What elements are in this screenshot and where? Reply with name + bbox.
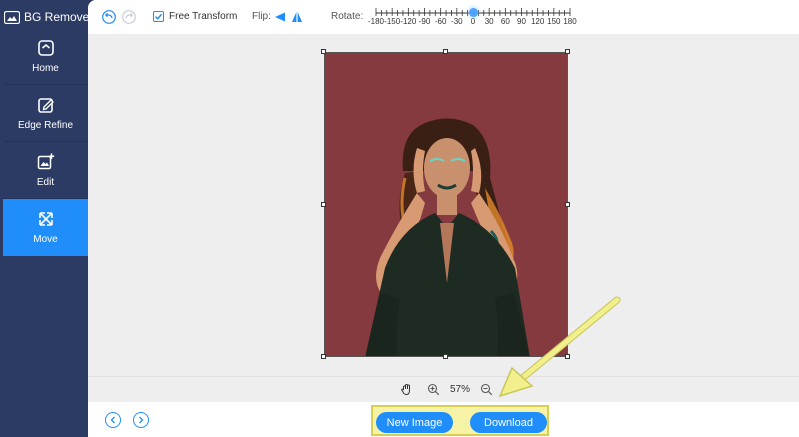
sidebar-item-move[interactable]: Move (3, 199, 88, 256)
toolbar: Free Transform Flip: Rotate: -180 -150 -12… (88, 0, 799, 34)
rotate-tick-label: -180 (367, 17, 385, 26)
rotate-label: Rotate: (331, 11, 364, 22)
check-icon (154, 13, 163, 20)
rotate-tick-label: -90 (418, 17, 431, 26)
main-panel: Free Transform Flip: Rotate: -180 -150 -12… (88, 0, 799, 437)
redo-icon[interactable] (122, 10, 136, 24)
rotate-tick-label: 30 (484, 17, 494, 26)
resize-handle-bottom-left[interactable] (321, 354, 326, 359)
resize-handle-bottom[interactable] (443, 354, 448, 359)
sidebar-item-edge-refine[interactable]: Edge Refine (3, 85, 88, 142)
resize-handle-top[interactable] (443, 49, 448, 54)
rotate-tick-label: 60 (500, 17, 510, 26)
rotate-tick-label: 0 (470, 17, 476, 26)
canvas-area (88, 34, 799, 376)
sidebar-item-label: Move (33, 233, 58, 245)
free-transform-checkbox[interactable] (153, 11, 164, 22)
sidebar-item-home[interactable]: Home (3, 28, 88, 85)
new-image-button[interactable]: New Image (376, 412, 453, 433)
logo-icon (4, 10, 20, 24)
app-title: BG Remover (4, 8, 93, 26)
undo-icon[interactable] (102, 10, 116, 24)
sidebar-item-edit[interactable]: Edit (3, 142, 88, 199)
bottom-bar: New Image Download (88, 402, 799, 437)
chevron-left-icon (110, 416, 115, 424)
rotate-tick-label: -60 (434, 17, 447, 26)
app-window: BG Remover Home Edge Refine Edit Move Fr… (0, 0, 799, 437)
rotate-tick-label: 150 (547, 17, 561, 26)
rotate-tick-label: 120 (530, 17, 545, 26)
resize-handle-left[interactable] (321, 202, 326, 207)
resize-handle-right[interactable] (565, 202, 570, 207)
flip-horizontal-icon[interactable] (274, 11, 286, 23)
sidebar-item-label: Home (32, 62, 59, 74)
hand-pan-icon[interactable] (400, 383, 413, 396)
zoom-in-icon[interactable] (427, 383, 440, 396)
resize-handle-top-left[interactable] (321, 49, 326, 54)
flip-vertical-icon[interactable] (291, 11, 303, 23)
image-preview[interactable] (324, 52, 568, 357)
sidebar: BG Remover Home Edge Refine Edit Move (0, 0, 93, 437)
rotate-knob[interactable] (468, 8, 478, 17)
side-menu: Home Edge Refine Edit Move (3, 28, 88, 256)
previous-button[interactable] (105, 412, 121, 428)
rotate-tick-label: -30 (451, 17, 463, 26)
rotate-scale-labels: -180 -150 -120 -90 -60 -30 0 30 60 90 120 150 180 (367, 17, 577, 29)
resize-handle-bottom-right[interactable] (565, 354, 570, 359)
edit-pencil-icon (37, 97, 54, 113)
move-arrows-icon (38, 211, 53, 226)
new-image-label: New Image (386, 416, 443, 429)
free-transform-label: Free Transform (169, 11, 238, 22)
action-buttons-highlight: New Image Download (371, 405, 549, 436)
app-title-text: BG Remover (24, 10, 94, 24)
flip-label: Flip: (252, 11, 271, 22)
image-add-icon (37, 153, 54, 169)
sidebar-item-label: Edit (36, 176, 55, 188)
zoom-out-icon[interactable] (480, 383, 493, 396)
download-button[interactable]: Download (470, 412, 547, 433)
rotate-tick-label: 180 (563, 17, 577, 26)
next-button[interactable] (133, 412, 149, 428)
rotate-tick-label: 90 (517, 17, 526, 26)
rotate-tick-label: -120 (400, 17, 417, 26)
zoom-bar: 57% (88, 376, 799, 402)
sidebar-item-label: Edge Refine (17, 119, 74, 131)
download-label: Download (484, 416, 533, 429)
portrait-photo (325, 53, 567, 356)
chevron-right-icon (139, 416, 144, 424)
zoom-level: 57% (449, 384, 470, 395)
free-transform-toggle[interactable]: Free Transform (153, 11, 237, 22)
rotate-slider[interactable]: -180 -150 -120 -90 -60 -30 0 30 60 90 120 150 180 (367, 6, 577, 30)
rotate-tick-label: -150 (384, 17, 401, 26)
home-icon (37, 39, 54, 56)
resize-handle-top-right[interactable] (565, 49, 570, 54)
